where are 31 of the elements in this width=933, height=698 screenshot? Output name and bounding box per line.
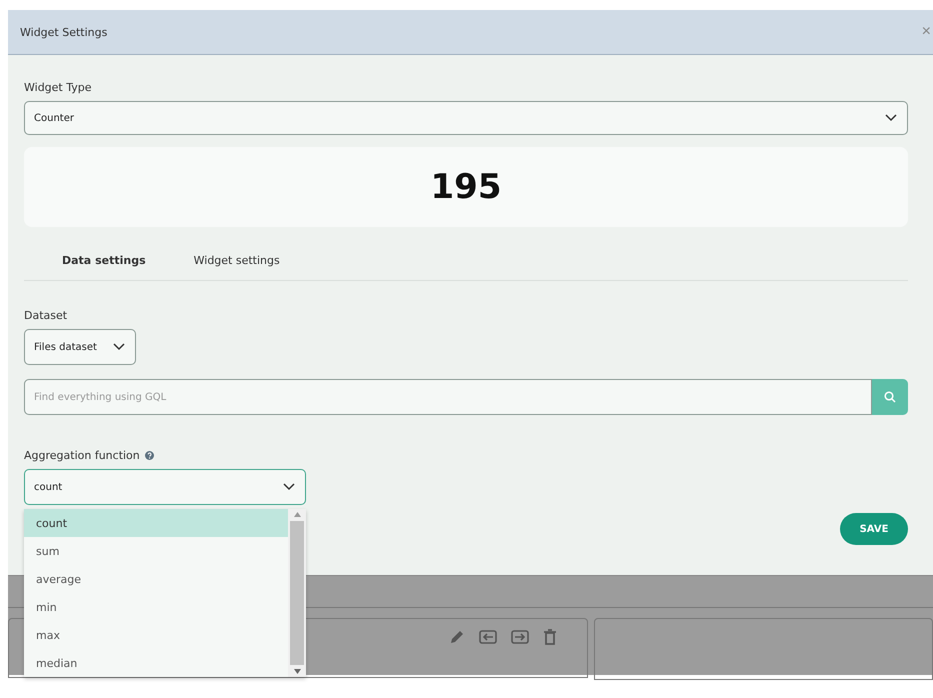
field-label: Aggregation function [24,449,140,462]
field-label: Widget Type [24,81,92,94]
search-button[interactable] [872,379,908,415]
tab[interactable]: Data settings [50,248,158,280]
dropdown-option[interactable]: median [24,649,288,677]
chevron-icon [885,114,897,122]
box-arrow-left-icon[interactable] [479,629,497,645]
scrollbar[interactable] [288,509,306,677]
dataset-select[interactable]: Files dataset [24,329,136,365]
help-icon [144,451,154,460]
pencil-icon[interactable] [449,629,465,645]
scroll-up-icon [294,512,300,517]
chevron-icon [113,343,125,351]
dropdown-option[interactable]: min [24,593,288,621]
box-arrow-right-icon[interactable] [511,629,529,645]
dropdown-option[interactable]: count [24,509,288,537]
counter-value: 195 [430,167,502,207]
aggregation-select[interactable]: count [24,469,306,505]
field-label: Dataset [24,309,68,322]
chevron-icon [283,483,295,491]
trash-icon[interactable] [543,629,557,645]
search-field[interactable]: Find everything using GQL [24,379,872,415]
dropdown-option[interactable]: average [24,565,288,593]
scroll-down-icon [294,669,300,674]
widget-type-select[interactable]: Counter [24,101,908,135]
dropdown-option[interactable]: max [24,621,288,649]
search-icon [884,391,896,403]
tab[interactable]: Widget settings [182,248,292,280]
dialog-title: Widget Settings [20,26,108,38]
save-button[interactable]: SAVE [840,513,908,545]
dropdown-option[interactable]: sum [24,537,288,565]
